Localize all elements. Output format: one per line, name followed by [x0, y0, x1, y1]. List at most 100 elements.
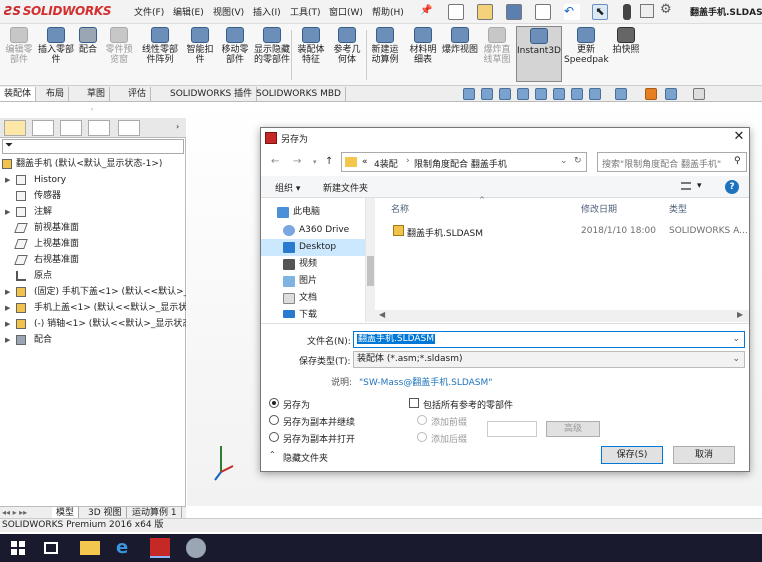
tree-item-annotations[interactable]: ▶ 注解 — [0, 204, 186, 220]
nav-item-desktop[interactable]: Desktop — [261, 239, 375, 256]
tree-item-top-plane[interactable]: 上视基准面 — [0, 236, 186, 252]
nav-item-downloads[interactable]: 下载 — [261, 307, 375, 324]
tab-solidworks-mbd[interactable]: SOLIDWORKS MBD — [252, 87, 346, 101]
close-icon[interactable]: ✕ — [731, 130, 747, 146]
expand-arrow-icon[interactable]: ▶ — [5, 172, 10, 188]
dynamic-annotation-icon[interactable] — [535, 88, 547, 100]
path-dropdown-chevron-icon[interactable]: ⌄ — [560, 156, 568, 166]
expand-arrow-icon[interactable]: ▶ — [5, 204, 10, 220]
mate-button[interactable]: 配合 — [76, 26, 100, 82]
checkbox[interactable] — [409, 398, 419, 408]
tree-item-component[interactable]: ▶ 手机上盖<1> (默认<<默认>_显示状 — [0, 300, 186, 316]
paint-app-icon[interactable] — [186, 538, 206, 558]
menu-view[interactable]: 视图(V) — [213, 5, 244, 18]
hide-show-items-icon[interactable] — [589, 88, 601, 100]
tree-item-right-plane[interactable]: 右视基准面 — [0, 252, 186, 268]
nav-item-pictures[interactable]: 图片 — [261, 273, 375, 290]
expand-arrow-icon[interactable]: ▶ — [5, 332, 10, 348]
nav-scrollbar[interactable] — [365, 198, 375, 322]
zoom-to-area-icon[interactable] — [481, 88, 493, 100]
add-suffix-option[interactable]: 添加后缀 — [417, 431, 497, 445]
path-segment[interactable]: 4装配 — [374, 157, 398, 170]
filetype-select[interactable]: 装配体 (*.asm;*.sldasm) ⌄ — [353, 351, 745, 368]
select-pointer-icon[interactable]: ⬉ — [592, 4, 608, 20]
back-arrow-icon[interactable]: ← — [271, 156, 279, 167]
tab-sketch[interactable]: 草图 — [83, 87, 111, 101]
traffic-light-icon[interactable] — [623, 4, 631, 20]
radio-button[interactable] — [269, 398, 279, 408]
take-snapshot-button[interactable]: 拍快照 — [610, 26, 642, 82]
tab-solidworks-addins[interactable]: SOLIDWORKS 插件 — [166, 87, 258, 101]
expand-arrow-icon[interactable]: ▶ — [5, 300, 10, 316]
path-overflow[interactable]: « — [362, 157, 368, 167]
organize-button[interactable]: 组织 ▾ — [275, 181, 300, 194]
save-icon[interactable] — [506, 4, 522, 20]
menu-help[interactable]: 帮助(H) — [372, 5, 404, 18]
new-motion-study-button[interactable]: 新建运动算例 — [368, 26, 402, 82]
explode-line-sketch-button[interactable]: 爆炸直线草图 — [480, 26, 514, 82]
scroll-right-arrow-icon[interactable]: ▶ — [737, 310, 743, 319]
menu-tools[interactable]: 工具(T) — [290, 5, 321, 18]
include-references-checkbox[interactable]: 包括所有参考的零部件 — [409, 397, 549, 411]
edit-appearance-icon[interactable] — [615, 88, 627, 100]
file-row[interactable]: 翻盖手机.SLDASM 2018/1/10 18:00 SOLIDWORKS A… — [383, 222, 749, 239]
radio-button[interactable] — [269, 415, 279, 425]
reference-geometry-button[interactable]: 参考几何体 — [330, 26, 364, 82]
print-icon[interactable] — [535, 4, 551, 20]
tab-scroll-arrows-icon[interactable]: ◂◂ ▸ ▸▸ — [2, 508, 27, 517]
tree-filter[interactable]: ⏷ — [2, 139, 184, 154]
tab-layout[interactable]: 布局 — [42, 87, 70, 101]
tree-item-history[interactable]: ▶ History — [0, 172, 186, 188]
tree-item-front-plane[interactable]: 前视基准面 — [0, 220, 186, 236]
prefix-suffix-input[interactable] — [487, 421, 537, 437]
windows-start-icon[interactable] — [8, 538, 28, 558]
section-view-icon[interactable] — [517, 88, 529, 100]
smart-fasteners-button[interactable]: 智能扣件 — [184, 26, 216, 82]
tree-item-mates[interactable]: ▶ 配合 — [0, 332, 186, 348]
tab-evaluate[interactable]: 评估 — [124, 87, 152, 101]
move-component-button[interactable]: 移动零部件 — [218, 26, 252, 82]
file-list-hscrollbar[interactable]: ◀ ▶ — [375, 310, 749, 322]
assembly-features-button[interactable]: 装配体特征 — [294, 26, 328, 82]
recent-locations-chevron-icon[interactable]: ▾ — [313, 158, 317, 166]
nav-item-videos[interactable]: 视频 — [261, 256, 375, 273]
file-explorer-icon[interactable] — [80, 541, 100, 555]
hide-folders-toggle[interactable]: ⌃ 隐藏文件夹 — [269, 450, 349, 464]
solidworks-taskbar-icon[interactable] — [150, 538, 170, 558]
display-manager-tab-icon[interactable] — [118, 120, 140, 136]
panel-more-chevron-icon[interactable]: › — [176, 122, 179, 131]
linear-component-pattern-button[interactable]: 线性零部件阵列 — [138, 26, 182, 82]
column-name-header[interactable]: 名称 — [391, 202, 409, 215]
tree-item-sensors[interactable]: 传感器 — [0, 188, 186, 204]
forward-arrow-icon[interactable]: → — [293, 156, 301, 167]
option-save-as[interactable]: 另存为 — [269, 397, 369, 411]
property-manager-tab-icon[interactable] — [32, 120, 54, 136]
path-segment[interactable]: 限制角度配合 翻盖手机 — [414, 157, 507, 170]
new-document-icon[interactable] — [448, 4, 464, 20]
tree-item-component[interactable]: ▶ (-) 销轴<1> (默认<<默认>_显示状态 — [0, 316, 186, 332]
option-save-copy-open[interactable]: 另存为副本并打开 — [269, 431, 389, 445]
edit-component-button[interactable]: 编辑零部件 — [2, 26, 36, 82]
help-icon[interactable]: ? — [725, 180, 739, 194]
undo-icon[interactable]: ↶ — [564, 4, 580, 20]
scroll-left-arrow-icon[interactable]: ◀ — [379, 310, 385, 319]
nav-scrollbar-thumb[interactable] — [367, 256, 374, 286]
show-hidden-components-button[interactable]: 显示隐藏的零部件 — [254, 26, 290, 82]
pin-icon[interactable]: 📌 — [420, 5, 432, 16]
nav-item-this-pc[interactable]: 此电脑 — [261, 204, 375, 221]
task-view-icon[interactable] — [44, 542, 58, 554]
monitor-icon[interactable] — [693, 88, 705, 100]
solidworks-logo[interactable]: ƧS SOLIDWORKS — [4, 4, 112, 18]
expand-arrow-icon[interactable]: ▶ — [5, 316, 10, 332]
search-input[interactable]: 搜索"限制角度配合 翻盖手机" ⚲ — [597, 152, 747, 172]
insert-components-button[interactable]: 插入零部件 — [38, 26, 74, 82]
up-arrow-icon[interactable]: ↑ — [325, 156, 333, 167]
bill-of-materials-button[interactable]: 材料明细表 — [406, 26, 440, 82]
configuration-manager-tab-icon[interactable] — [60, 120, 82, 136]
nav-item-documents[interactable]: 文档 — [261, 290, 375, 307]
menu-insert[interactable]: 插入(I) — [253, 5, 281, 18]
previous-view-icon[interactable] — [499, 88, 511, 100]
radio-button[interactable] — [417, 415, 427, 425]
options-gear-icon[interactable]: ⚙ — [660, 2, 672, 17]
expand-arrow-icon[interactable]: ▶ — [5, 284, 10, 300]
